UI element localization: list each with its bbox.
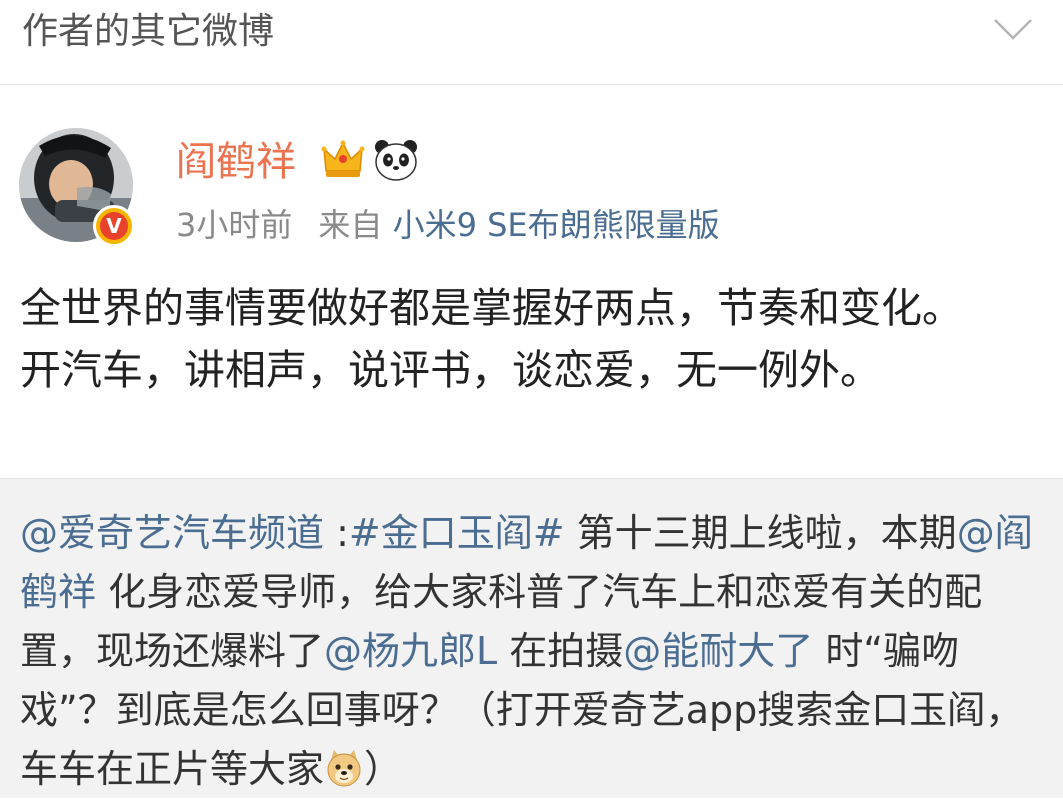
verified-badge-icon: V	[93, 205, 135, 247]
repost-text-3: 在拍摄	[497, 629, 624, 673]
weibo-post[interactable]: V 阎鹤祥 3小时前 来自 小米9 SE布朗熊限量版 全世界的事情要做好都是掌握好…	[0, 85, 1063, 477]
username[interactable]: 阎鹤祥	[176, 137, 296, 187]
repost-text-5: ）	[364, 747, 403, 791]
post-meta: 3小时前 来自 小米9 SE布朗熊限量版	[176, 203, 720, 247]
repost-card[interactable]: @爱奇艺汽车频道 :#金口玉阎# 第十三期上线啦，本期@阎鹤祥 化身恋爱导师，给…	[0, 478, 1063, 798]
mention-channel-link[interactable]: @爱奇艺汽车频道	[20, 511, 324, 555]
header-title: 作者的其它微博	[22, 11, 275, 52]
mention-yang-link[interactable]: @杨九郎L	[324, 629, 497, 673]
source-device-link[interactable]: 小米9 SE布朗熊限量版	[393, 206, 720, 244]
other-weibo-header[interactable]: 作者的其它微博	[0, 0, 1063, 85]
topic-link[interactable]: #金口玉阎#	[349, 511, 565, 555]
post-text: 全世界的事情要做好都是掌握好两点，节奏和变化。开汽车，讲相声，说评书，谈恋爱，无…	[20, 284, 963, 394]
panda-icon[interactable]	[372, 137, 420, 183]
doge-emoji-icon	[327, 750, 361, 787]
repost-text-1: 第十三期上线啦，本期	[564, 511, 957, 555]
post-time: 3小时前	[176, 206, 293, 244]
chevron-down-icon[interactable]	[993, 14, 1033, 44]
source-prefix: 来自	[318, 206, 383, 244]
repost-colon: :	[324, 511, 349, 555]
crown-icon[interactable]	[320, 137, 366, 183]
repost-text: @爱奇艺汽车频道 :#金口玉阎# 第十三期上线啦，本期@阎鹤祥 化身恋爱导师，给…	[20, 504, 1050, 799]
mention-nengnai-link[interactable]: @能耐大了	[623, 629, 813, 673]
